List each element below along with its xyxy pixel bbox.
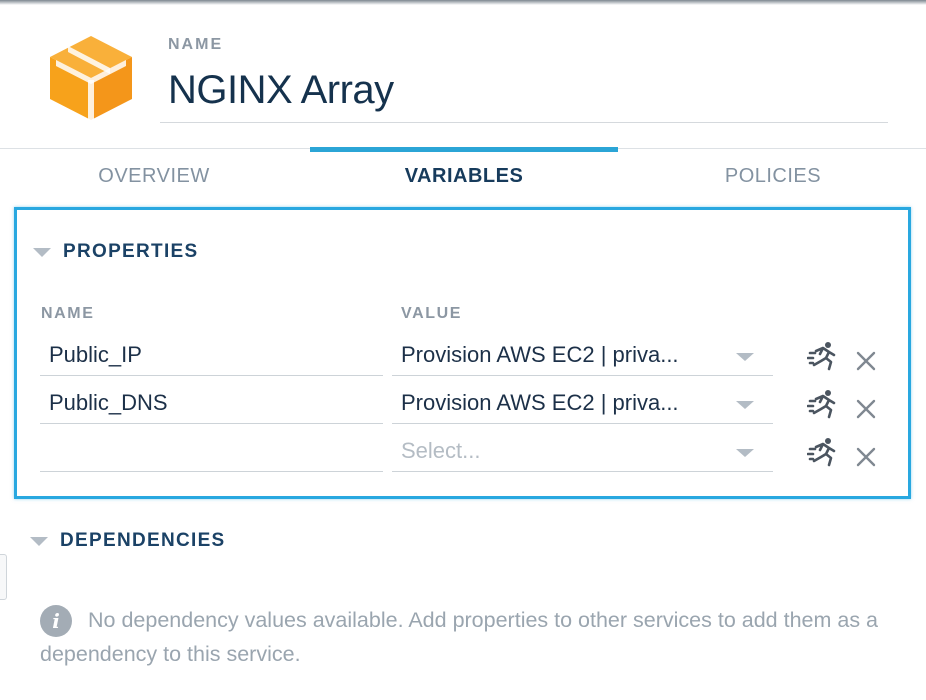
property-value-select[interactable]: Provision AWS EC2 | priva...: [392, 340, 773, 376]
tab-variables[interactable]: VARIABLES: [314, 165, 614, 188]
name-label: NAME: [168, 36, 224, 53]
value-column-header: VALUE: [401, 305, 463, 322]
running-person-icon[interactable]: [807, 436, 839, 468]
resize-handle[interactable]: [0, 554, 7, 600]
properties-section-toggle[interactable]: PROPERTIES: [33, 241, 198, 263]
running-person-icon[interactable]: [807, 388, 839, 420]
tab-bar: OVERVIEW VARIABLES POLICIES: [0, 147, 926, 204]
tab-policies[interactable]: POLICIES: [623, 165, 923, 188]
close-icon[interactable]: [855, 446, 877, 468]
property-value-select[interactable]: Provision AWS EC2 | priva...: [392, 388, 773, 424]
caret-down-icon: [33, 247, 51, 257]
dependencies-section-toggle[interactable]: DEPENDENCIES: [30, 530, 226, 552]
name-field[interactable]: NGINX Array: [160, 64, 888, 123]
property-name-input[interactable]: Public_DNS: [40, 388, 383, 424]
property-name-input[interactable]: [40, 436, 383, 472]
close-icon[interactable]: [855, 398, 877, 420]
dropdown-arrow-icon[interactable]: [736, 401, 754, 409]
property-row: Select...: [17, 436, 908, 484]
dependencies-info: i No dependency values available. Add pr…: [40, 603, 900, 671]
name-value[interactable]: NGINX Array: [168, 68, 394, 113]
dropdown-arrow-icon[interactable]: [736, 449, 754, 457]
property-row: Public_DNS Provision AWS EC2 | priva...: [17, 388, 908, 436]
orange-cube-icon: [50, 36, 132, 120]
info-icon: i: [40, 605, 72, 637]
caret-down-icon: [30, 536, 48, 546]
property-row: Public_IP Provision AWS EC2 | priva...: [17, 340, 908, 388]
close-icon[interactable]: [855, 350, 877, 372]
properties-title: PROPERTIES: [63, 241, 199, 262]
dependencies-title: DEPENDENCIES: [60, 530, 226, 551]
running-person-icon[interactable]: [807, 340, 839, 372]
properties-panel: PROPERTIES NAME VALUE Public_IP Provisio…: [14, 207, 911, 499]
tab-overview[interactable]: OVERVIEW: [4, 165, 304, 188]
active-tab-indicator: [310, 147, 618, 152]
window-top-shadow: [0, 0, 926, 5]
property-value-select[interactable]: Select...: [392, 436, 773, 472]
dependencies-message: No dependency values available. Add prop…: [40, 608, 879, 666]
property-name-input[interactable]: Public_IP: [40, 340, 383, 376]
dropdown-arrow-icon[interactable]: [736, 353, 754, 361]
name-column-header: NAME: [41, 305, 95, 322]
